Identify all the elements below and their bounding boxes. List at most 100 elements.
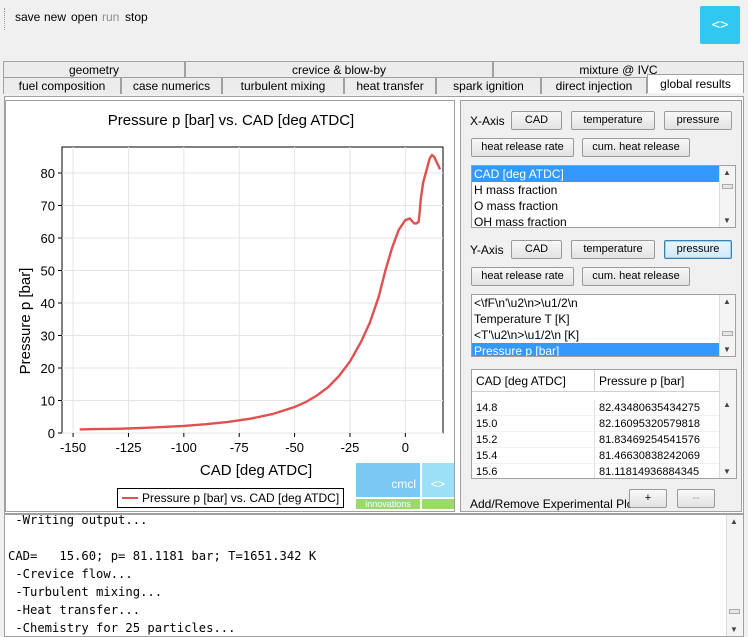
scroll-thumb[interactable] bbox=[722, 184, 733, 189]
toolbar: save new open run stop <> bbox=[0, 0, 748, 60]
y-heat-release-rate-button[interactable]: heat release rate bbox=[471, 267, 574, 286]
code-brackets-icon[interactable]: <> bbox=[700, 6, 740, 44]
table-cell: 15.4 bbox=[472, 448, 595, 464]
x-tick-label: -150 bbox=[60, 440, 86, 455]
tab-spark-ignition[interactable]: spark ignition bbox=[436, 77, 541, 94]
x-tick-label: -50 bbox=[285, 440, 304, 455]
scroll-thumb[interactable] bbox=[729, 609, 740, 614]
y-tick-label: 50 bbox=[41, 264, 55, 279]
results-table[interactable]: CAD [deg ATDC] Pressure p [bar] 14.8 82.… bbox=[471, 369, 737, 479]
tab-heat-transfer[interactable]: heat transfer bbox=[344, 77, 436, 94]
x-tick-label: -25 bbox=[341, 440, 360, 455]
x-tick-label: -75 bbox=[230, 440, 249, 455]
legend-label: Pressure p [bar] vs. CAD [deg ATDC] bbox=[142, 491, 340, 505]
y-temperature-button[interactable]: temperature bbox=[571, 240, 655, 259]
tab-direct-injection[interactable]: direct injection bbox=[541, 77, 647, 94]
table-scrollbar[interactable]: ▲ ▼ bbox=[719, 370, 736, 478]
table-cell: 81.83469254541576 bbox=[595, 432, 720, 448]
new-button[interactable]: new bbox=[44, 10, 66, 24]
x-list-item[interactable]: CAD [deg ATDC] bbox=[472, 166, 719, 182]
console-line: -Heat transfer... bbox=[8, 603, 141, 617]
chart-legend: Pressure p [bar] vs. CAD [deg ATDC] bbox=[117, 488, 345, 508]
table-row[interactable]: 15.4 81.46630838242069 bbox=[472, 448, 720, 464]
y-list-item[interactable]: <\fF\n'\u2\n>\u1/2\n bbox=[472, 295, 719, 311]
tab-turbulent-mixing[interactable]: turbulent mixing bbox=[222, 77, 344, 94]
x-axis-label: CAD [deg ATDC] bbox=[200, 462, 312, 479]
y-cum-heat-release-button[interactable]: cum. heat release bbox=[582, 267, 690, 286]
save-button[interactable]: save bbox=[15, 10, 40, 24]
x-cad-button[interactable]: CAD bbox=[511, 111, 562, 130]
table-cell: 15.2 bbox=[472, 432, 595, 448]
legend-swatch bbox=[122, 497, 138, 499]
y-cad-button[interactable]: CAD bbox=[511, 240, 562, 259]
table-cell: 15.6 bbox=[472, 464, 595, 478]
open-button[interactable]: open bbox=[71, 10, 98, 24]
x-axis-heading: X-Axis bbox=[470, 114, 505, 128]
scroll-down-icon[interactable]: ▼ bbox=[723, 467, 731, 476]
x-pressure-button[interactable]: pressure bbox=[664, 111, 732, 130]
tab-row-upper: geometry crevice & blow-by mixture @ IVC bbox=[0, 61, 748, 78]
scroll-thumb[interactable] bbox=[722, 331, 733, 336]
y-list-scrollbar[interactable]: ▲ ▼ bbox=[719, 295, 735, 356]
y-axis-heading: Y-Axis bbox=[470, 243, 504, 257]
y-tick-label: 30 bbox=[41, 329, 55, 344]
remove-experimental-plot-button[interactable]: -- bbox=[677, 489, 715, 508]
add-experimental-plot-button[interactable]: + bbox=[629, 489, 667, 508]
scroll-up-icon[interactable]: ▲ bbox=[723, 168, 731, 177]
console-line: -Turbulent mixing... bbox=[8, 585, 163, 599]
y-list-item[interactable]: <T'\u2\n>\u1/2\n [K] bbox=[472, 327, 719, 343]
y-tick-label: 60 bbox=[41, 231, 55, 246]
table-row[interactable]: 14.8 82.43480635434275 bbox=[472, 400, 720, 416]
table-cell: 82.16095320579818 bbox=[595, 416, 720, 432]
scroll-down-icon[interactable]: ▼ bbox=[730, 625, 738, 634]
scroll-up-icon[interactable]: ▲ bbox=[730, 517, 738, 526]
x-list-scrollbar[interactable]: ▲ ▼ bbox=[719, 166, 735, 227]
y-variable-list[interactable]: <\fF\n'\u2\n>\u1/2\n Temperature T [K] <… bbox=[471, 294, 736, 357]
console-scrollbar[interactable]: ▲ ▼ bbox=[726, 515, 743, 636]
logo-bar bbox=[422, 499, 454, 509]
plot-controls: X-Axis CAD temperature pressure heat rel… bbox=[460, 100, 742, 512]
tab-crevice-blow-by[interactable]: crevice & blow-by bbox=[185, 61, 493, 78]
tab-case-numerics[interactable]: case numerics bbox=[121, 77, 222, 94]
x-variable-list[interactable]: CAD [deg ATDC] H mass fraction O mass fr… bbox=[471, 165, 736, 228]
console-line: -Chemistry for 25 particles... bbox=[8, 621, 236, 635]
stop-button[interactable]: stop bbox=[125, 10, 148, 24]
table-row[interactable]: 15.6 81.11814936884345 bbox=[472, 464, 720, 478]
logo-text: cmcl bbox=[356, 463, 420, 497]
table-cell: 81.11814936884345 bbox=[595, 464, 720, 478]
scroll-down-icon[interactable]: ▼ bbox=[723, 345, 731, 354]
y-pressure-button[interactable]: pressure bbox=[664, 240, 732, 259]
tab-global-results[interactable]: global results bbox=[647, 74, 744, 93]
y-list-item[interactable]: Temperature T [K] bbox=[472, 311, 719, 327]
scroll-up-icon[interactable]: ▲ bbox=[723, 297, 731, 306]
plot-area bbox=[61, 146, 444, 434]
tab-row-lower: fuel composition case numerics turbulent… bbox=[0, 74, 748, 94]
y-axis-label: Pressure p [bar] bbox=[17, 268, 34, 375]
tab-geometry[interactable]: geometry bbox=[3, 61, 185, 78]
scroll-up-icon[interactable]: ▲ bbox=[723, 400, 731, 409]
x-cum-heat-release-button[interactable]: cum. heat release bbox=[582, 138, 690, 157]
chart-title: Pressure p [bar] vs. CAD [deg ATDC] bbox=[108, 112, 354, 129]
x-heat-release-rate-button[interactable]: heat release rate bbox=[471, 138, 574, 157]
y-tick-label: 20 bbox=[41, 361, 55, 376]
output-console[interactable]: -Writing output... CAD= 15.60; p= 81.118… bbox=[4, 514, 744, 637]
x-list-item[interactable]: H mass fraction bbox=[472, 182, 719, 198]
table-row[interactable]: 15.2 81.83469254541576 bbox=[472, 432, 720, 448]
run-button[interactable]: run bbox=[102, 10, 119, 24]
column-header-pressure[interactable]: Pressure p [bar] bbox=[595, 370, 720, 392]
x-tick-label: -100 bbox=[171, 440, 197, 455]
column-header-cad[interactable]: CAD [deg ATDC] bbox=[472, 370, 595, 392]
scroll-down-icon[interactable]: ▼ bbox=[723, 216, 731, 225]
tab-fuel-composition[interactable]: fuel composition bbox=[3, 77, 121, 94]
table-row[interactable]: 15.0 82.16095320579818 bbox=[472, 416, 720, 432]
y-tick-label: 10 bbox=[41, 394, 55, 409]
x-tick-label: -125 bbox=[115, 440, 141, 455]
console-line: -Crevice flow... bbox=[8, 567, 133, 581]
x-temperature-button[interactable]: temperature bbox=[571, 111, 655, 130]
y-list-item[interactable]: Pressure p [bar] bbox=[472, 343, 719, 356]
toolbar-grip[interactable] bbox=[4, 8, 7, 30]
x-list-item[interactable]: O mass fraction bbox=[472, 198, 719, 214]
x-tick-label: 0 bbox=[402, 440, 409, 455]
x-list-item[interactable]: OH mass fraction bbox=[472, 214, 719, 227]
table-cell: 81.46630838242069 bbox=[595, 448, 720, 464]
